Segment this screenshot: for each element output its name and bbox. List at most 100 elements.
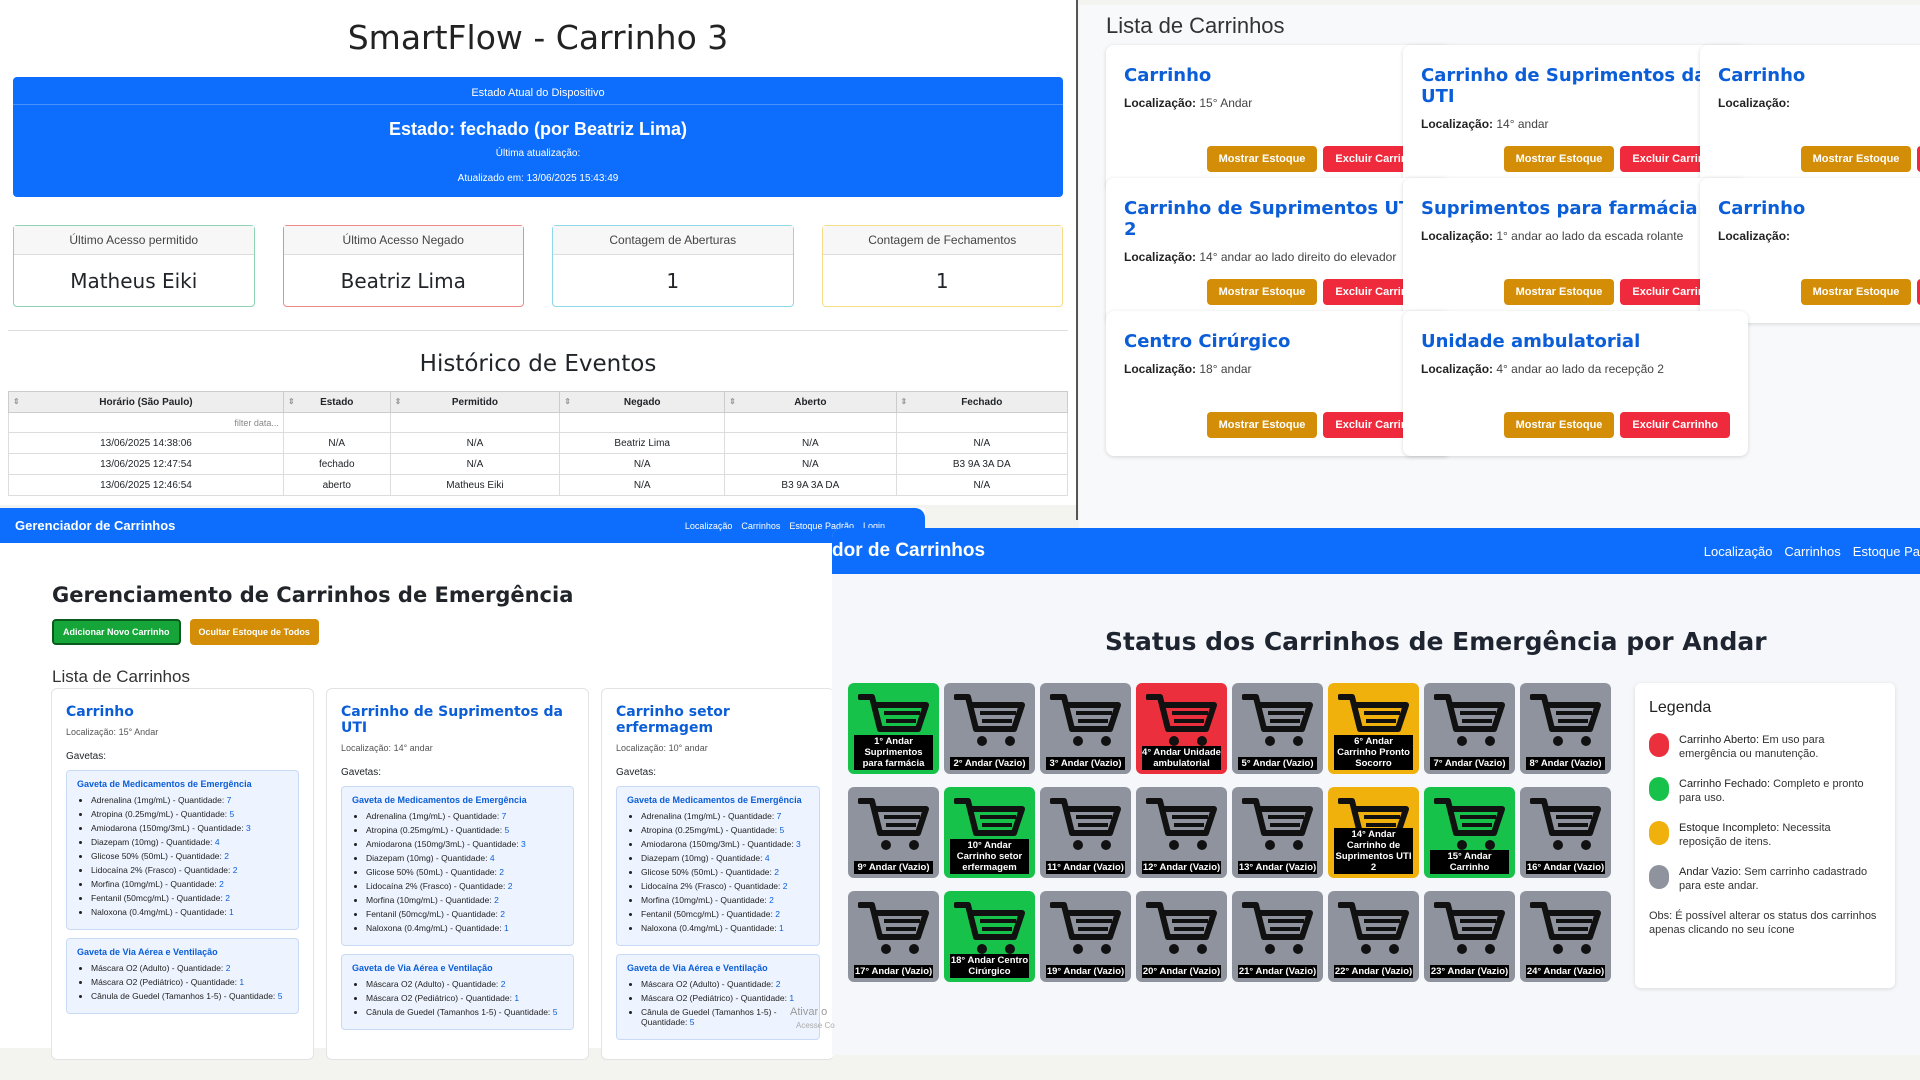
list-item: Adrenalina (1mg/mL) - Quantidade: 7 [366, 811, 563, 821]
list-item: Fentanil (50mcg/mL) - Quantidade: 2 [91, 893, 288, 903]
add-cart-button[interactable]: Adicionar Novo Carrinho [52, 619, 181, 645]
nav-link-localizacao[interactable]: Localização [1704, 544, 1773, 559]
show-stock-button[interactable]: Mostrar Estoque [1503, 412, 1615, 438]
table-cell: N/A [559, 474, 726, 496]
floor-label: 24° Andar (Vazio) [1526, 965, 1605, 978]
column-header[interactable]: ⇕ Horário (São Paulo) [8, 391, 284, 413]
filter-cell[interactable]: filter data... [8, 412, 284, 433]
cart-name: Carrinho setor erfermagem [616, 704, 730, 736]
floor-label: 5° Andar (Vazio) [1238, 757, 1317, 770]
floor-cart-tile[interactable]: 13° Andar (Vazio) [1232, 787, 1323, 878]
nav-link-carrinhos[interactable]: Carrinhos [1784, 544, 1840, 559]
floor-cart-tile[interactable]: 1° Andar Suprimentos para farmácia [848, 683, 939, 774]
show-stock-button[interactable]: Mostrar Estoque [1206, 146, 1318, 172]
floor-label: 9° Andar (Vazio) [854, 861, 933, 874]
floor-cart-tile[interactable]: 16° Andar (Vazio) [1520, 787, 1611, 878]
floor-label: 2° Andar (Vazio) [950, 757, 1029, 770]
floor-cart-tile[interactable]: 5° Andar (Vazio) [1232, 683, 1323, 774]
floor-cart-tile[interactable]: 2° Andar (Vazio) [944, 683, 1035, 774]
floor-cart-tile[interactable]: 20° Andar (Vazio) [1136, 891, 1227, 982]
sort-icon[interactable]: ⇕ [564, 397, 571, 406]
list-item: Diazepam (10mg) - Quantidade: 4 [91, 837, 288, 847]
floor-cart-tile[interactable]: 15° Andar Carrinho [1424, 787, 1515, 878]
column-header[interactable]: ⇕ Negado [559, 391, 726, 413]
hide-stock-button[interactable]: Ocultar Estoque de Todos [189, 619, 319, 645]
floor-cart-tile[interactable]: 10° Andar Carrinho setor erfermagem [944, 787, 1035, 878]
floor-cart-tile[interactable]: 18° Andar Centro Cirúrgico [944, 891, 1035, 982]
delete-cart-button[interactable]: Excluir Carrinho [1620, 412, 1730, 438]
filter-cell[interactable] [282, 412, 391, 433]
item-name: Diazepam (10mg) [366, 853, 434, 863]
sort-icon[interactable]: ⇕ [901, 397, 908, 406]
floor-cart-tile[interactable]: 22° Andar (Vazio) [1328, 891, 1419, 982]
cart-list-panel: Lista de Carrinhos Carrinho Localização: … [1079, 5, 1920, 530]
floor-cart-tile[interactable]: 11° Andar (Vazio) [1040, 787, 1131, 878]
show-stock-button[interactable]: Mostrar Estoque [1503, 146, 1615, 172]
filter-cell[interactable] [895, 412, 1069, 433]
drawer-box: Gaveta de Medicamentos de Emergência Adre… [341, 786, 574, 946]
item-name: Amiodarona (150mg/3mL) [641, 839, 740, 849]
floor-cart-tile[interactable]: 6° Andar Carrinho Pronto Socorro [1328, 683, 1419, 774]
navbar-brand[interactable]: Gerenciador de Carrinhos [15, 518, 175, 533]
show-stock-button[interactable]: Mostrar Estoque [1206, 412, 1318, 438]
sort-icon[interactable]: ⇕ [288, 397, 295, 406]
nav-link-estoque[interactable]: Estoque Pa [1853, 544, 1920, 559]
item-name: Lidocaína 2% (Frasco) [91, 865, 177, 875]
list-item: Máscara O2 (Adulto) - Quantidade: 2 [641, 979, 809, 989]
sort-icon[interactable]: ⇕ [13, 397, 20, 406]
qty-value: 2 [232, 865, 238, 875]
status-dot-icon [1649, 777, 1669, 801]
nav-link-carrinhos[interactable]: Carrinhos [741, 521, 780, 531]
qty-value: 2 [774, 867, 780, 877]
sort-icon[interactable]: ⇕ [395, 397, 402, 406]
floor-cart-tile[interactable]: 7° Andar (Vazio) [1424, 683, 1515, 774]
column-header[interactable]: ⇕ Permitido [389, 391, 561, 413]
cart-location: Localização: 14° andar ao lado direito d… [1124, 250, 1433, 264]
last-update-label: Última atualização: [495, 148, 581, 159]
filter-cell[interactable] [559, 412, 726, 433]
list-item: Morfina (10mg/mL) - Quantidade: 2 [641, 895, 809, 905]
floor-cart-tile[interactable]: 12° Andar (Vazio) [1136, 787, 1227, 878]
qty-value: 1 [229, 907, 234, 917]
floor-cart-tile[interactable]: 21° Andar (Vazio) [1232, 891, 1323, 982]
table-cell: N/A [389, 453, 561, 475]
navbar-brand[interactable]: dor de Carrinhos [832, 540, 985, 562]
show-stock-button[interactable]: Mostrar Estoque [1800, 146, 1912, 172]
floor-cart-tile[interactable]: 17° Andar (Vazio) [848, 891, 939, 982]
floor-label: 6° Andar Carrinho Pronto Socorro [1334, 735, 1413, 770]
floor-cart-tile[interactable]: 24° Andar (Vazio) [1520, 891, 1611, 982]
qty-label: Quantidade: [170, 879, 217, 889]
item-name: Amiodarona (150mg/3mL) [366, 839, 465, 849]
qty-label: Quantidade: [726, 909, 773, 919]
column-header[interactable]: ⇕ Estado [282, 391, 391, 413]
floor-label: 11° Andar (Vazio) [1046, 861, 1125, 874]
floor-cart-tile[interactable]: 14° Andar Carrinho de Suprimentos UTI 2 [1328, 787, 1419, 878]
qty-label: Quantidade: [180, 907, 227, 917]
show-stock-button[interactable]: Mostrar Estoque [1503, 279, 1615, 305]
filter-cell[interactable] [724, 412, 897, 433]
show-stock-button[interactable]: Mostrar Estoque [1800, 279, 1912, 305]
qty-value: 7 [226, 795, 232, 805]
floor-grid: 1° Andar Suprimentos para farmácia 2° And… [848, 683, 1611, 982]
filter-row: filter data... [8, 412, 1069, 433]
column-header[interactable]: ⇕ Fechado [895, 391, 1069, 413]
sort-icon[interactable]: ⇕ [729, 397, 736, 406]
floor-cart-tile[interactable]: 8° Andar (Vazio) [1520, 683, 1611, 774]
column-header[interactable]: ⇕ Aberto [724, 391, 897, 413]
floor-cart-tile[interactable]: 23° Andar (Vazio) [1424, 891, 1515, 982]
stat-label: Contagem de Aberturas [553, 226, 793, 255]
floor-label: 21° Andar (Vazio) [1238, 965, 1317, 978]
drawer-items: Máscara O2 (Adulto) - Quantidade: 2Másca… [641, 979, 809, 1027]
floor-cart-tile[interactable]: 9° Andar (Vazio) [848, 787, 939, 878]
show-stock-button[interactable]: Mostrar Estoque [1206, 279, 1318, 305]
item-name: Adrenalina (1mg/mL) [366, 811, 446, 821]
qty-label: Quantidade: [176, 893, 223, 903]
filter-cell[interactable] [389, 412, 561, 433]
nav-link-localizacao[interactable]: Localização [685, 521, 733, 531]
floor-cart-tile[interactable]: 4° Andar Unidade ambulatorial [1136, 683, 1227, 774]
table-row: 13/06/2025 14:38:06 N/A N/A Beatriz Lima N/A… [8, 432, 1069, 454]
stat-close-count: Contagem de Fechamentos 1 [821, 225, 1063, 307]
qty-value: 4 [214, 837, 220, 847]
floor-cart-tile[interactable]: 3° Andar (Vazio) [1040, 683, 1131, 774]
floor-cart-tile[interactable]: 19° Andar (Vazio) [1040, 891, 1131, 982]
